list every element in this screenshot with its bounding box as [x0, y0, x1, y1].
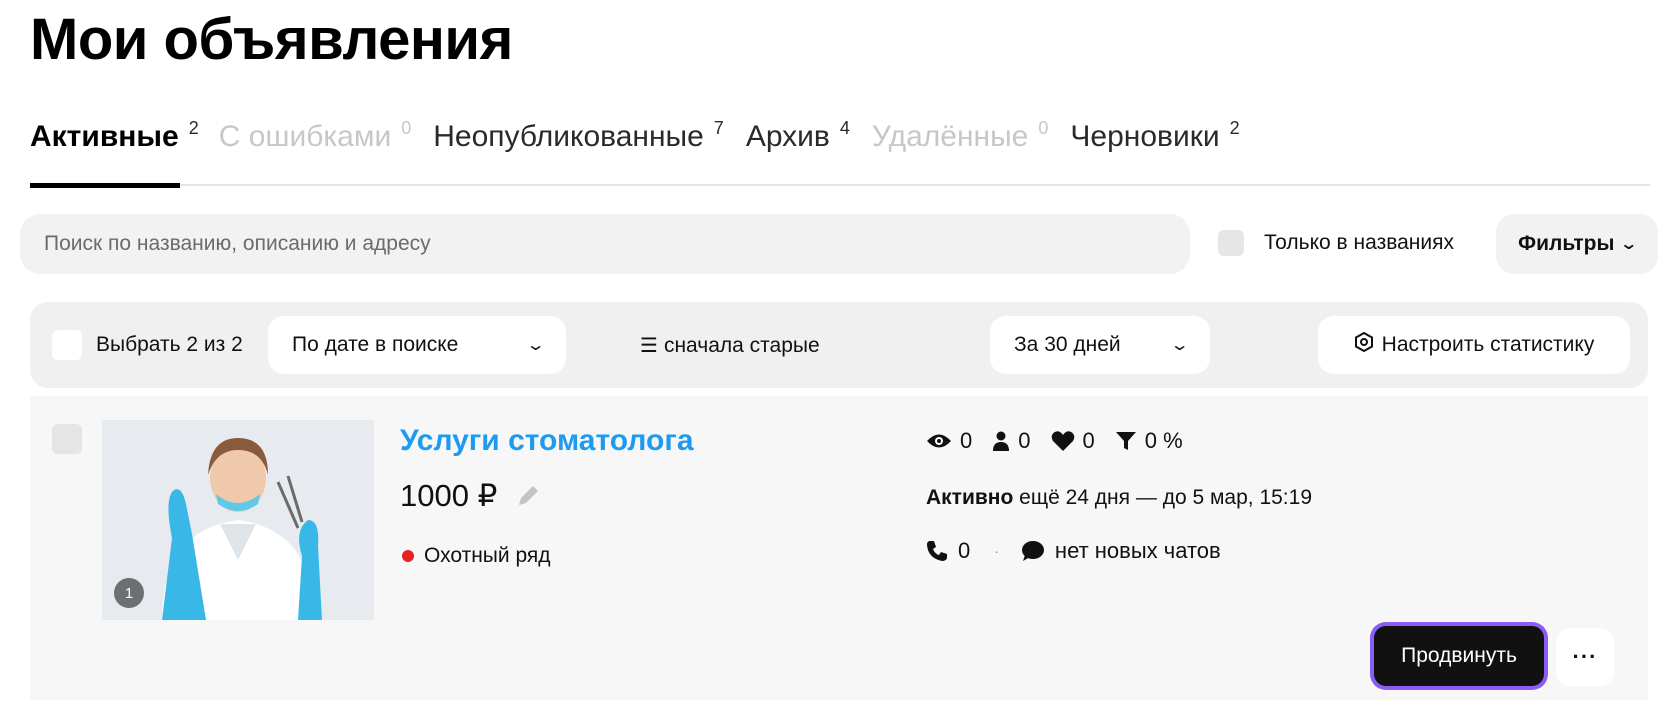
chat-bubble-icon [1021, 541, 1044, 561]
tab-count: 0 [1038, 118, 1049, 138]
period-value: За 30 дней [1014, 333, 1121, 356]
page-title: Мои объявления [30, 7, 513, 72]
favorites-stat: 0 [1051, 428, 1095, 454]
more-options-button[interactable]: ··· [1556, 628, 1614, 686]
configure-stats-label: Настроить статистику [1381, 333, 1595, 356]
search-input[interactable] [20, 214, 1190, 274]
status-tabs: Активные 2 С ошибками 0 Неопубликованные… [30, 118, 1650, 188]
contacts-count: 0 [1018, 428, 1031, 453]
chevron-down-icon: ⌄ [1619, 236, 1639, 253]
metro-station-name: Охотный ряд [424, 544, 551, 567]
promote-button[interactable]: Продвинуть [1374, 626, 1544, 686]
metro-location: Охотный ряд [402, 544, 551, 568]
tab-count: 7 [713, 118, 724, 138]
favorites-count: 0 [1082, 428, 1095, 453]
filters-button[interactable]: Фильтры ⌄ [1496, 214, 1658, 274]
tab-archive[interactable]: Архив 4 [746, 118, 850, 186]
only-in-titles-option[interactable]: Только в названиях [1218, 230, 1454, 256]
select-all-label: Выбрать 2 из 2 [96, 333, 243, 356]
sort-by-dropdown[interactable]: По дате в поиске ⌄ [268, 316, 566, 374]
conversion-value: 0 % [1144, 428, 1183, 453]
tab-label: Архив [745, 120, 830, 153]
sort-lines-icon: ☰ [640, 335, 658, 357]
listing-status: Активно ещё 24 дня — до 5 мар, 15:19 [926, 486, 1312, 510]
search-box [20, 214, 1190, 274]
tab-errors[interactable]: С ошибками 0 [219, 118, 412, 186]
tab-label: Неопубликованные [433, 120, 704, 153]
tab-label: Активные [30, 120, 179, 153]
tab-count: 2 [188, 118, 199, 138]
filters-label: Фильтры [1518, 232, 1615, 255]
person-icon [993, 431, 1010, 451]
eye-icon [927, 434, 951, 448]
listing-price: 1000 ₽ [400, 478, 541, 514]
separator-dot: · [994, 543, 999, 559]
chats-status[interactable]: нет новых чатов [1055, 538, 1221, 564]
photo-count-badge: 1 [114, 578, 144, 608]
tab-count: 2 [1229, 118, 1240, 138]
views-count: 0 [960, 428, 973, 453]
conversion-stat: 0 % [1115, 428, 1183, 454]
tab-active[interactable]: Активные 2 [30, 118, 199, 188]
hexagon-settings-icon [1354, 331, 1374, 358]
select-all-checkbox[interactable] [52, 330, 82, 360]
views-stat: 0 [926, 428, 972, 454]
tab-count: 0 [401, 118, 412, 138]
only-in-titles-checkbox[interactable] [1218, 230, 1244, 256]
phone-icon [927, 541, 947, 561]
period-dropdown[interactable]: За 30 дней ⌄ [990, 316, 1210, 374]
listing-photo[interactable]: 1 [102, 420, 374, 620]
funnel-icon [1115, 432, 1136, 450]
heart-icon [1051, 431, 1074, 451]
pencil-icon[interactable] [515, 483, 541, 509]
tab-count: 4 [839, 118, 850, 138]
contacts-stat: 0 [992, 428, 1031, 454]
tab-label: Удалённые [871, 120, 1029, 153]
listing-contacts: 0 · нет новых чатов [926, 538, 1221, 564]
sort-order-label: сначала старые [663, 333, 820, 357]
status-detail: ещё 24 дня — до 5 мар, 15:19 [1019, 486, 1312, 509]
listing-title-link[interactable]: Услуги стоматолога [400, 424, 694, 458]
calls-count: 0 [958, 538, 971, 563]
chevron-down-icon: ⌄ [525, 337, 546, 354]
tab-deleted[interactable]: Удалённые 0 [872, 118, 1049, 186]
listings-toolbar: Выбрать 2 из 2 По дате в поиске ⌄ ☰ снач… [30, 302, 1648, 388]
price-value: 1000 ₽ [400, 478, 498, 513]
status-word: Активно [926, 486, 1014, 509]
tab-unpublished[interactable]: Неопубликованные 7 [433, 118, 724, 186]
tab-label: Черновики [1070, 120, 1220, 153]
sort-order-toggle[interactable]: ☰ сначала старые [640, 333, 820, 358]
listing-checkbox[interactable] [52, 424, 82, 454]
only-in-titles-label: Только в названиях [1264, 231, 1454, 254]
tab-label: С ошибками [218, 120, 392, 153]
tab-drafts[interactable]: Черновики 2 [1070, 118, 1239, 186]
metro-line-dot [402, 550, 414, 562]
sort-by-value: По дате в поиске [292, 333, 459, 356]
chevron-down-icon: ⌄ [1169, 337, 1190, 354]
listing-card: 1 Услуги стоматолога 1000 ₽ Охотный ряд … [30, 396, 1648, 700]
listing-stats: 0 0 0 0 % [926, 428, 1203, 454]
configure-stats-button[interactable]: Настроить статистику [1318, 316, 1630, 374]
